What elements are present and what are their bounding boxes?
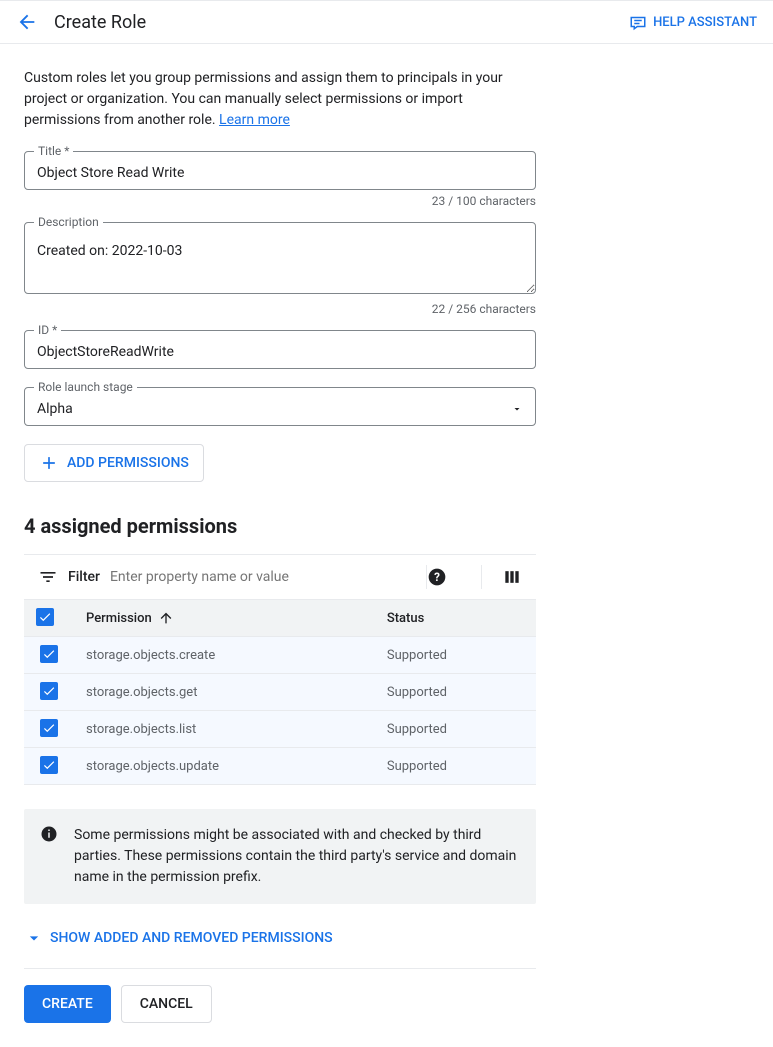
- title-field-wrap: Title *: [24, 151, 536, 190]
- filter-icon: [38, 567, 58, 587]
- assigned-permissions-title: 4 assigned permissions: [24, 514, 536, 538]
- title-char-count: 23 / 100 characters: [24, 194, 536, 208]
- content: Custom roles let you group permissions a…: [0, 44, 560, 1047]
- row-checkbox[interactable]: [40, 645, 58, 663]
- filter-label: Filter: [68, 569, 100, 585]
- table-row: storage.objects.getSupported: [24, 674, 536, 711]
- show-added-removed-label: SHOW ADDED AND REMOVED PERMISSIONS: [50, 930, 333, 946]
- columns-icon[interactable]: [502, 567, 522, 587]
- status-cell: Supported: [375, 711, 536, 748]
- permission-cell: storage.objects.update: [74, 748, 375, 785]
- launch-stage-label: Role launch stage: [34, 380, 137, 394]
- help-assistant-button[interactable]: HELP ASSISTANT: [629, 13, 757, 31]
- table-header-row: Permission Status: [24, 600, 536, 637]
- cancel-button[interactable]: CANCEL: [121, 985, 212, 1023]
- plus-icon: [39, 453, 59, 473]
- check-icon: [42, 758, 56, 772]
- check-icon: [38, 610, 52, 624]
- permission-cell: storage.objects.list: [74, 711, 375, 748]
- header-checkbox-cell: [24, 600, 74, 637]
- show-added-removed-button[interactable]: SHOW ADDED AND REMOVED PERMISSIONS: [24, 928, 536, 948]
- help-assistant-label: HELP ASSISTANT: [653, 15, 757, 30]
- check-icon: [42, 684, 56, 698]
- title-label: Title *: [34, 144, 73, 158]
- launch-stage-field-wrap: Role launch stage Alpha: [24, 387, 536, 426]
- filter-input[interactable]: [110, 569, 426, 585]
- status-cell: Supported: [375, 674, 536, 711]
- row-checkbox[interactable]: [40, 719, 58, 737]
- permission-cell: storage.objects.get: [74, 674, 375, 711]
- table-row: storage.objects.updateSupported: [24, 748, 536, 785]
- header-permission-label: Permission: [86, 611, 152, 626]
- permissions-tbody: storage.objects.createSupportedstorage.o…: [24, 637, 536, 785]
- create-button[interactable]: CREATE: [24, 985, 111, 1023]
- title-input[interactable]: [24, 151, 536, 190]
- add-permissions-label: ADD PERMISSIONS: [67, 455, 189, 471]
- description-field-wrap: Description: [24, 222, 536, 298]
- description-label: Description: [34, 215, 103, 229]
- check-icon: [42, 721, 56, 735]
- id-label: ID *: [34, 323, 61, 337]
- help-icon[interactable]: ?: [427, 567, 447, 587]
- header-permission[interactable]: Permission: [74, 600, 375, 637]
- table-row: storage.objects.listSupported: [24, 711, 536, 748]
- filter-bar: Filter ?: [24, 554, 536, 599]
- select-all-checkbox[interactable]: [36, 608, 54, 626]
- chevron-down-icon: [24, 928, 44, 948]
- svg-text:?: ?: [434, 570, 440, 584]
- check-icon: [42, 647, 56, 661]
- info-icon: [40, 825, 58, 843]
- divider: [481, 565, 482, 589]
- page-title: Create Role: [54, 12, 146, 33]
- id-input[interactable]: [24, 330, 536, 369]
- row-checkbox[interactable]: [40, 682, 58, 700]
- table-row: storage.objects.createSupported: [24, 637, 536, 674]
- back-button[interactable]: [16, 11, 38, 33]
- top-bar-left: Create Role: [16, 11, 146, 33]
- id-field-wrap: ID *: [24, 330, 536, 369]
- description-input[interactable]: [24, 222, 536, 294]
- footer: CREATE CANCEL: [24, 968, 536, 1023]
- info-banner: Some permissions might be associated wit…: [24, 809, 536, 904]
- sort-up-icon: [158, 610, 174, 626]
- row-checkbox[interactable]: [40, 756, 58, 774]
- status-cell: Supported: [375, 748, 536, 785]
- dropdown-icon: [511, 403, 523, 415]
- info-banner-text: Some permissions might be associated wit…: [74, 825, 520, 888]
- permissions-table: Permission Status storage.objects.create…: [24, 599, 536, 785]
- chat-icon: [629, 13, 647, 31]
- launch-stage-value: Alpha: [37, 401, 73, 417]
- arrow-left-icon: [16, 11, 38, 33]
- filter-right: ?: [426, 565, 522, 589]
- header-status[interactable]: Status: [375, 600, 536, 637]
- learn-more-link[interactable]: Learn more: [219, 112, 290, 128]
- permission-cell: storage.objects.create: [74, 637, 375, 674]
- top-bar: Create Role HELP ASSISTANT: [0, 0, 773, 44]
- add-permissions-button[interactable]: ADD PERMISSIONS: [24, 444, 204, 482]
- description-char-count: 22 / 256 characters: [24, 302, 536, 316]
- filter-left: Filter: [38, 567, 426, 587]
- intro-text: Custom roles let you group permissions a…: [24, 68, 536, 131]
- status-cell: Supported: [375, 637, 536, 674]
